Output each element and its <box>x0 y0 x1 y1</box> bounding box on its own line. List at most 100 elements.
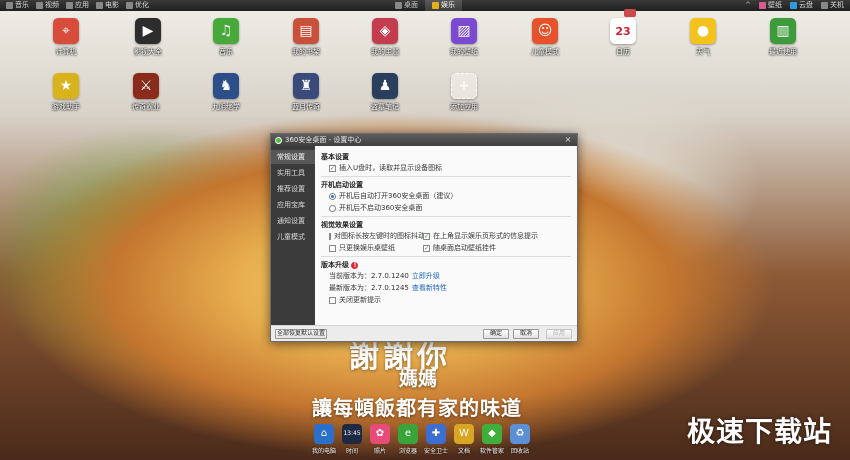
dock-item-label: 安全卫士 <box>423 448 448 455</box>
desktop-shortcut[interactable]: ☺ 儿童模式 <box>518 18 572 57</box>
section-title-version: 版本升级 ! <box>321 261 571 270</box>
divider <box>321 176 571 177</box>
dock-item[interactable]: ✿ 照片 <box>367 424 393 460</box>
topbar-item-wallpaper[interactable]: 壁纸 <box>759 0 782 11</box>
dock-item[interactable]: ⌂ 我的电脑 <box>311 424 337 460</box>
close-icon[interactable]: × <box>562 135 574 145</box>
usb-icon-checkbox[interactable]: ✓ <box>329 164 336 172</box>
startup-auto-radio[interactable] <box>329 192 336 200</box>
game-legend-icon: ⚔ <box>133 73 159 99</box>
topbar-item-video[interactable]: 视频 <box>36 0 59 11</box>
usb-icon-option[interactable]: ✓ 插入U盘时，读取并显示设备图标 <box>321 162 571 174</box>
dock-item[interactable]: ◆ 软件管家 <box>479 424 505 460</box>
security-icon: ✚ <box>426 424 446 444</box>
video-icon <box>36 2 43 9</box>
dock-item[interactable]: 13:45 时间 <box>339 424 365 460</box>
desktop-tabs: 桌面 娱乐 <box>388 0 462 11</box>
clock-icon: 13:45 <box>342 424 362 444</box>
video-icon: ▶ <box>135 18 161 44</box>
bookshelf-icon: ▤ <box>293 18 319 44</box>
desktop-shortcut[interactable]: ▤ 我的书架 <box>279 18 333 57</box>
sidebar-item-app-store[interactable]: 应用宝库 <box>271 198 315 212</box>
desktop-shortcut[interactable]: ♫ 音乐 <box>199 18 253 57</box>
desktop-shortcut[interactable]: ▥ 最近使用 <box>756 18 810 57</box>
sidebar-item-tools[interactable]: 实用工具 <box>271 166 315 180</box>
latest-version-text: 最新版本为：2.7.0.1245 <box>329 284 409 292</box>
gift-icon <box>624 9 636 17</box>
apply-button[interactable]: 应用 <box>546 329 572 339</box>
desktop-shortcut-label: 儿童模式 <box>531 48 559 56</box>
desktop-shortcut[interactable]: + 添加应用 <box>437 73 491 112</box>
desktop-shortcut[interactable]: ♟ 盗墓笔记 <box>358 73 412 112</box>
desktop-shortcut[interactable]: 23 日历 <box>596 18 650 57</box>
update-prompt-checkbox[interactable] <box>329 296 336 304</box>
topbar-item-movie[interactable]: 电影 <box>96 0 119 11</box>
desktop-shortcut-label: 计算机 <box>55 48 77 56</box>
latest-version-row: 最新版本为：2.7.0.1245 查看新特性 <box>321 282 571 294</box>
desktop-shortcut-label: 音乐 <box>219 48 233 56</box>
photo-icon: ✿ <box>370 424 390 444</box>
desktop-shortcut[interactable]: ⚔ 传奇霸业 <box>119 73 173 112</box>
settings-content: 基本设置 ✓ 插入U盘时，读取并显示设备图标 开机启动设置 开机后自动打开360… <box>315 146 577 341</box>
browser-icon: e <box>398 424 418 444</box>
settings-dialog: 360安全桌面 - 设置中心 × 常规设置 实用工具 推荐设置 应用宝库 通知设… <box>270 133 578 342</box>
dock-item[interactable]: ♻ 回收站 <box>507 424 533 460</box>
dock-item[interactable]: e 浏览器 <box>395 424 421 460</box>
desktop-shortcut[interactable]: ♜ 蓝月传奇 <box>279 73 333 112</box>
desktop-shortcut-label: 日历 <box>616 48 630 56</box>
tab-desktop[interactable]: 桌面 <box>388 0 425 11</box>
section-title-basic: 基本设置 <box>321 153 349 161</box>
wallpaper-only-checkbox[interactable] <box>329 244 336 252</box>
dock-item-label: 文档 <box>457 448 470 455</box>
dock-item-label: 照片 <box>373 448 386 455</box>
sidebar-item-general[interactable]: 常规设置 <box>271 150 315 164</box>
topbar-item-music[interactable]: 音乐 <box>6 0 29 11</box>
current-version-row: 当前版本为：2.7.0.1240 立即升级 <box>321 270 571 282</box>
startup-auto-option[interactable]: 开机后自动打开360安全桌面（建议） <box>321 190 571 202</box>
corner-tip-checkbox[interactable]: ✓ <box>423 232 430 240</box>
divider <box>321 216 571 217</box>
game-blue-moon-icon: ♜ <box>293 73 319 99</box>
dialog-titlebar[interactable]: 360安全桌面 - 设置中心 <box>271 134 577 146</box>
corner-tip-option[interactable]: ✓ 在上角显示娱乐页形式的信息提示 <box>423 230 538 242</box>
sidebar-item-kids-mode[interactable]: 儿童模式 <box>271 230 315 244</box>
dialog-title: 360安全桌面 - 设置中心 <box>285 136 362 144</box>
desktop-shortcut[interactable]: ▨ 我的壁纸 <box>437 18 491 57</box>
ok-button[interactable]: 确定 <box>483 329 509 339</box>
desktop-shortcut[interactable]: ♞ 九阴绝学 <box>199 73 253 112</box>
desktop-shortcut-label: 游戏助手 <box>52 103 80 111</box>
topbar-item-optimize[interactable]: 优化 <box>126 0 149 11</box>
recent-apps-icon: ▥ <box>770 18 796 44</box>
topbar-item-apps[interactable]: 应用 <box>66 0 89 11</box>
startup-off-radio[interactable] <box>329 204 336 212</box>
dock-item[interactable]: ✚ 安全卫士 <box>423 424 449 460</box>
cancel-button[interactable]: 取消 <box>513 329 539 339</box>
chevron-up-icon[interactable]: ^ <box>745 0 751 11</box>
add-app-icon: + <box>451 73 477 99</box>
topbar-item-cloud[interactable]: 云盘 <box>790 0 813 11</box>
desktop-shortcut-label: 我的壁纸 <box>450 48 478 56</box>
topbar-item-shutdown[interactable]: 关机 <box>821 0 844 11</box>
desktop-shortcut[interactable]: ★ 游戏助手 <box>39 73 93 112</box>
dock-item[interactable]: W 文档 <box>451 424 477 460</box>
upgrade-now-link[interactable]: 立即升级 <box>412 271 440 281</box>
icon-shake-option[interactable]: 对图标长按左键时的图标抖动 <box>329 230 425 242</box>
update-prompt-option[interactable]: 关闭更新提示 <box>321 294 571 306</box>
desktop-shortcut[interactable]: ▶ 影视大全 <box>121 18 175 57</box>
icon-shake-checkbox[interactable] <box>329 232 331 240</box>
restore-defaults-button[interactable]: 全部恢复默认设置 <box>275 329 327 339</box>
desktop-shortcut-label: 添加应用 <box>450 103 478 111</box>
startup-off-option[interactable]: 开机后不启动360安全桌面 <box>321 202 571 214</box>
widget-start-checkbox[interactable]: ✓ <box>423 244 430 252</box>
tab-entertainment[interactable]: 娱乐 <box>425 0 462 11</box>
sidebar-item-recommend[interactable]: 推荐设置 <box>271 182 315 196</box>
desktop-shortcut[interactable]: ◈ 我的主题 <box>358 18 412 57</box>
divider <box>321 256 571 257</box>
cloud-icon <box>790 2 797 9</box>
widget-start-option[interactable]: ✓ 随桌面启动壁纸挂件 <box>423 242 505 254</box>
view-features-link[interactable]: 查看新特性 <box>412 283 447 293</box>
desktop-shortcut[interactable]: ● 天气 <box>676 18 730 57</box>
sidebar-item-notifications[interactable]: 通知设置 <box>271 214 315 228</box>
wallpaper-only-option[interactable]: 只更换娱乐桌壁纸 <box>329 242 423 254</box>
desktop-shortcut[interactable]: ⌖ 计算机 <box>39 18 93 57</box>
